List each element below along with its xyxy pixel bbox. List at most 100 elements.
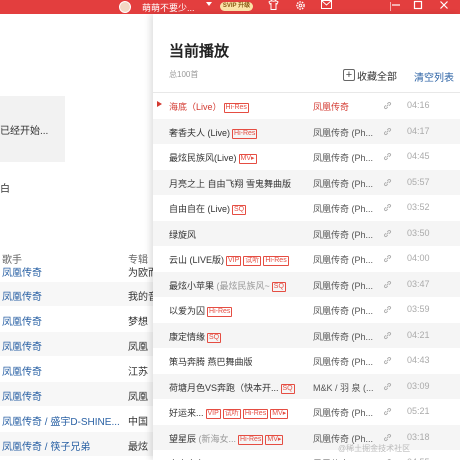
album-link[interactable]: 我的音 [128, 288, 153, 303]
quality-tag: Hi-Res [242, 409, 269, 419]
song-title[interactable]: 康定情缘 SQ [169, 330, 309, 343]
artist-link[interactable]: 凤凰传奇 [2, 288, 42, 303]
album-link[interactable]: 中国 [128, 413, 153, 428]
song-artist[interactable]: 凤凰传奇 (Ph... [313, 126, 375, 139]
maximize-icon[interactable] [411, 0, 425, 14]
song-artist[interactable]: 凤凰传奇 (Ph... [313, 202, 375, 215]
song-row[interactable]: 自由自在 (Live) SQ 凤凰传奇 (Ph... 03:52 [153, 195, 460, 221]
song-title[interactable]: 以爱为囚 Hi-Res [169, 304, 309, 317]
tshirt-icon[interactable] [266, 0, 280, 14]
song-artist[interactable]: 凤凰传奇 (Ph... [313, 253, 375, 266]
link-icon[interactable] [383, 305, 392, 314]
link-icon[interactable] [383, 152, 392, 161]
link-icon[interactable] [383, 382, 392, 391]
table-row[interactable]: 凤凰传奇 / 盛宇D-SHINE... 中国 [0, 407, 153, 431]
song-artist[interactable]: M&K / 羽 泉 (... [313, 381, 375, 394]
artist-link[interactable]: 凤凰传奇 [2, 388, 42, 403]
song-title[interactable]: 荷塘月色VS奔跑（快本开... SQ [169, 381, 309, 394]
song-duration: 04:00 [407, 253, 430, 263]
song-row[interactable]: 月亮之上 自由飞翔 雪鬼舞曲版 凤凰传奇 (Ph... 05:57 [153, 169, 460, 195]
table-row[interactable]: 凤凰传奇 梦想 [0, 307, 153, 331]
song-title-text: 策马奔腾 燕巴舞曲版 [169, 357, 253, 367]
song-row[interactable]: 望星辰 (新海女... Hi-Res MV▸ 凤凰传奇 (Ph... 03:18 [153, 424, 460, 450]
song-row[interactable]: 最炫小苹果 (最炫民族风~ SQ 凤凰传奇 (Ph... 03:47 [153, 271, 460, 297]
artist-link[interactable]: 凤凰传奇 [2, 264, 42, 279]
song-artist[interactable]: 凤凰传奇 (Ph... [313, 151, 375, 164]
artist-link[interactable]: 凤凰传奇 [2, 338, 42, 353]
song-artist[interactable]: 凤凰传奇 (Ph... [313, 355, 375, 368]
song-title[interactable]: 最炫民族风(Live) MV▸ [169, 151, 309, 164]
link-icon[interactable] [383, 229, 392, 238]
song-title[interactable]: 最炫小苹果 (最炫民族风~ SQ [169, 279, 309, 292]
song-title[interactable]: 好运来... VIP 试听 Hi-Res MV▸ [169, 406, 309, 419]
song-artist[interactable]: 凤凰传奇 (Ph... [313, 304, 375, 317]
clear-list-button[interactable]: 清空列表 [414, 69, 454, 84]
artist-link[interactable]: 凤凰传奇 / 盛宇D-SHINE... [2, 413, 120, 428]
song-row[interactable]: 以爱为囚 Hi-Res 凤凰传奇 (Ph... 03:59 [153, 297, 460, 323]
song-row[interactable]: 自由自在 (Live)凤凰传奇 (Ph...04:55 [153, 450, 460, 460]
song-row[interactable]: 荷塘月色VS奔跑（快本开... SQ M&K / 羽 泉 (... 03:09 [153, 373, 460, 399]
song-artist[interactable]: 凤凰传奇 (Ph... [313, 177, 375, 190]
song-row[interactable]: 康定情缘 SQ 凤凰传奇 (Ph... 04:21 [153, 322, 460, 348]
vip-badge[interactable]: SVIP 升级 [220, 2, 253, 11]
gear-icon[interactable] [293, 0, 307, 14]
table-row[interactable]: 凤凰传奇 凤凰 [0, 382, 153, 406]
song-title[interactable]: 策马奔腾 燕巴舞曲版 [169, 355, 309, 368]
avatar[interactable] [119, 1, 131, 13]
table-row[interactable]: 凤凰传奇 我的音 [0, 282, 153, 306]
song-row[interactable]: 好运来... VIP 试听 Hi-Res MV▸ 凤凰传奇 (Ph... 05:21 [153, 399, 460, 425]
song-artist[interactable]: 凤凰传奇 (Ph... [313, 279, 375, 292]
song-artist[interactable]: 凤凰传奇 (Ph... [313, 406, 375, 419]
link-icon[interactable] [383, 331, 392, 340]
artist-link[interactable]: 凤凰传奇 / 筷子兄弟 [2, 438, 90, 453]
song-artist[interactable]: 凤凰传奇 [313, 100, 375, 113]
song-title[interactable]: 云山 (LIVE版) VIP 试听 Hi-Res [169, 253, 309, 266]
link-icon[interactable] [383, 127, 392, 136]
song-artist[interactable]: 凤凰传奇 (Ph... [313, 228, 375, 241]
link-icon[interactable] [383, 356, 392, 365]
album-link[interactable]: 凤凰 [128, 388, 153, 403]
song-title[interactable]: 绿旋风 [169, 228, 309, 241]
song-row[interactable]: 最炫民族风(Live) MV▸ 凤凰传奇 (Ph... 04:45 [153, 144, 460, 170]
link-icon[interactable] [383, 433, 392, 442]
table-row[interactable]: 凤凰传奇 江苏 [0, 357, 153, 381]
song-row[interactable]: 策马奔腾 燕巴舞曲版 凤凰传奇 (Ph... 04:43 [153, 348, 460, 374]
quality-tag[interactable]: MV▸ [270, 409, 289, 419]
username[interactable]: 萌萌不要少... [142, 1, 195, 14]
link-icon[interactable] [383, 203, 392, 212]
song-subtitle: (新海女... [196, 433, 237, 444]
mail-icon[interactable] [319, 0, 333, 14]
song-title[interactable]: 月亮之上 自由飞翔 雪鬼舞曲版 [169, 177, 309, 190]
link-icon[interactable] [383, 280, 392, 289]
table-row[interactable]: 凤凰传奇 凤凰 [0, 332, 153, 356]
album-link[interactable]: 为欧而 [128, 264, 153, 279]
song-row[interactable]: 奢香夫人 (Live) Hi-Res 凤凰传奇 (Ph... 04:17 [153, 118, 460, 144]
song-title[interactable]: 奢香夫人 (Live) Hi-Res [169, 126, 309, 139]
song-title-text: 奢香夫人 (Live) [169, 127, 231, 138]
close-icon[interactable] [437, 0, 451, 14]
chevron-down-icon[interactable] [206, 2, 212, 6]
minimize-icon[interactable] [389, 0, 403, 14]
song-artist[interactable]: 凤凰传奇 (Ph... [313, 330, 375, 343]
song-row[interactable]: 云山 (LIVE版) VIP 试听 Hi-Res 凤凰传奇 (Ph... 04:00 [153, 246, 460, 272]
album-link[interactable]: 凤凰 [128, 338, 153, 353]
artist-link[interactable]: 凤凰传奇 [2, 363, 42, 378]
quality-tag[interactable]: MV▸ [265, 434, 284, 445]
album-link[interactable]: 最炫 [128, 438, 153, 453]
album-link[interactable]: 江苏 [128, 363, 153, 378]
song-title[interactable]: 自由自在 (Live) SQ [169, 202, 309, 215]
song-row[interactable]: 海底（Live） Hi-Res 凤凰传奇 04:16 [153, 93, 460, 119]
collect-all-button[interactable]: + 收藏全部 [343, 68, 397, 83]
link-icon[interactable] [383, 101, 392, 110]
link-icon[interactable] [383, 407, 392, 416]
table-row[interactable]: 凤凰传奇 为欧而 [0, 258, 153, 282]
song-title[interactable]: 海底（Live） Hi-Res [169, 100, 309, 113]
link-icon[interactable] [383, 178, 392, 187]
artist-link[interactable]: 凤凰传奇 [2, 313, 42, 328]
song-row[interactable]: 绿旋风 凤凰传奇 (Ph... 03:50 [153, 220, 460, 246]
song-title[interactable]: 望星辰 (新海女... Hi-Res MV▸ [169, 432, 309, 445]
album-link[interactable]: 梦想 [128, 313, 153, 328]
link-icon[interactable] [383, 254, 392, 263]
quality-tag[interactable]: MV▸ [238, 154, 257, 164]
table-row[interactable]: 凤凰传奇 / 筷子兄弟 最炫 [0, 432, 153, 456]
